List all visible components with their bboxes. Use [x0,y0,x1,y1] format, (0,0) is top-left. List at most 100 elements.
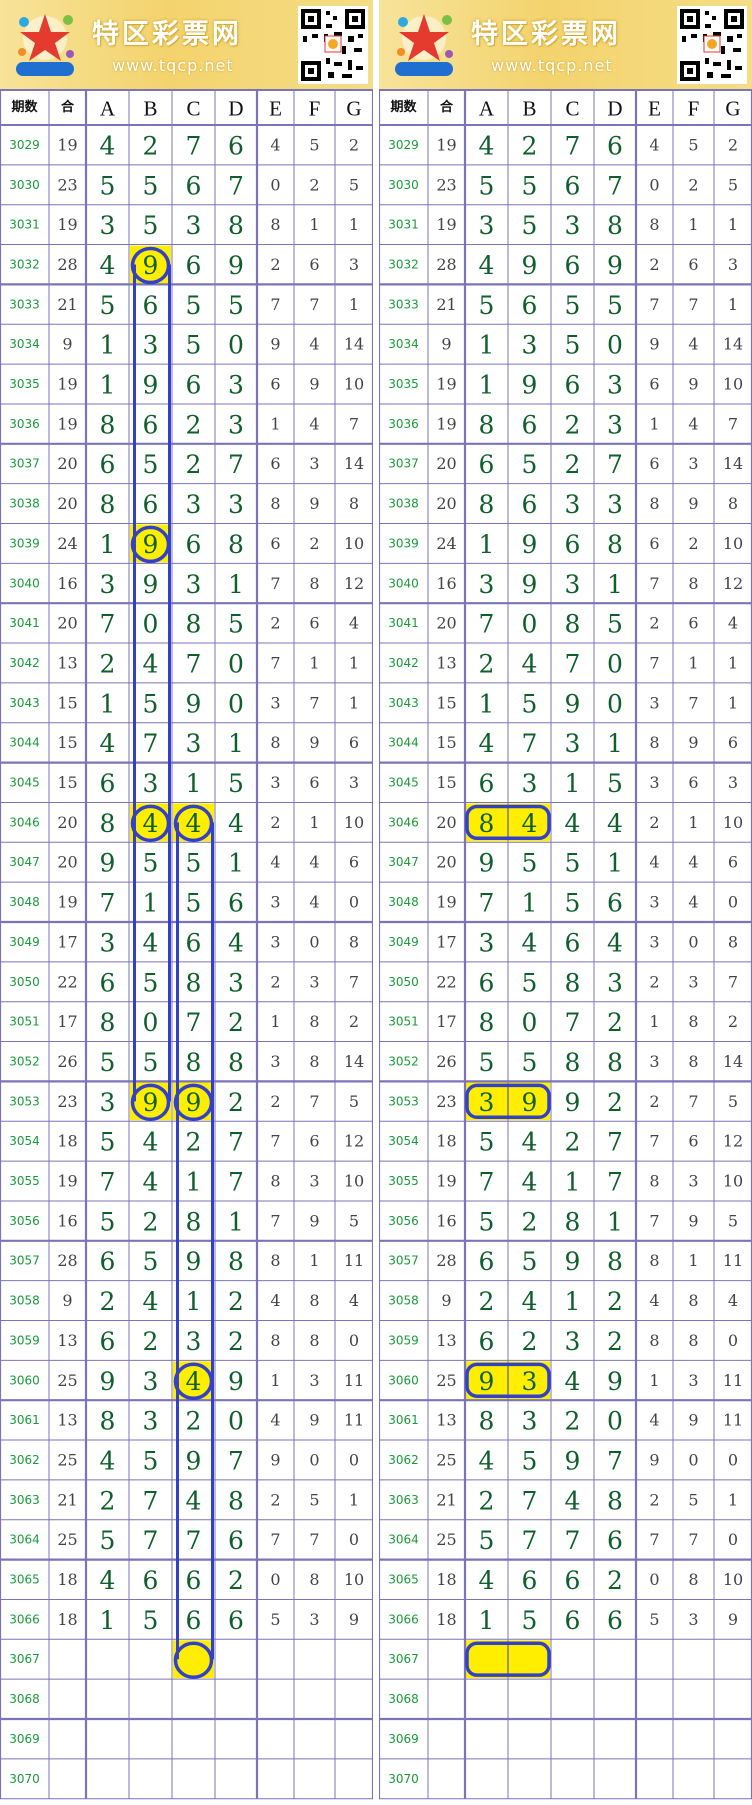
sum-value: 26 [436,1052,456,1071]
main-digit: 4 [100,251,116,280]
sum-value: 20 [57,813,77,832]
minor-digit: 6 [649,375,659,394]
main-digit: 2 [228,1008,244,1037]
main-digit: 7 [479,1168,495,1197]
sum-value: 23 [57,1092,77,1111]
main-digit: 1 [607,849,623,878]
minor-digit: 7 [649,653,659,672]
main-digit: 8 [100,490,116,519]
issue-number: 3030 [9,178,40,192]
main-digit: 7 [100,610,116,639]
minor-digit: 4 [728,1291,738,1310]
issue-number: 3056 [388,1214,419,1228]
main-digit: 8 [565,1048,581,1077]
issue-number: 3068 [9,1692,40,1706]
main-digit: 3 [228,371,244,400]
minor-digit: 14 [723,335,743,354]
minor-digit: 0 [270,175,280,194]
main-digit: 5 [100,1207,116,1236]
minor-digit: 1 [270,414,280,433]
minor-digit: 4 [649,1411,659,1430]
minor-digit: 4 [309,853,319,872]
minor-digit: 9 [688,1411,698,1430]
main-digit: 6 [565,1606,581,1635]
sum-value: 17 [436,1012,456,1031]
minor-digit: 0 [349,893,359,912]
main-digit: 1 [100,331,116,360]
sum-value: 18 [57,1610,77,1629]
minor-digit: 1 [728,1490,738,1509]
main-digit: 1 [100,371,116,400]
minor-digit: 5 [309,1490,319,1509]
minor-digit: 8 [349,494,359,513]
issue-number: 3057 [9,1254,40,1268]
issue-number: 3035 [388,377,419,391]
main-digit: 2 [186,450,202,479]
main-digit: 9 [522,251,538,280]
minor-digit: 4 [649,135,659,154]
main-digit: 3 [565,570,581,599]
issue-number: 3070 [9,1772,40,1786]
sum-value: 18 [436,1610,456,1629]
issue-number: 3055 [9,1174,40,1188]
main-digit: 1 [100,530,116,559]
column-header: E [648,97,661,121]
minor-digit: 8 [270,733,280,752]
issue-number: 3059 [388,1333,419,1347]
sum-value: 17 [436,932,456,951]
sum-value: 13 [436,1331,456,1350]
minor-digit: 2 [728,1012,738,1031]
main-digit: 8 [186,1207,202,1236]
main-digit: 3 [186,570,202,599]
main-digit: 3 [186,729,202,758]
main-digit: 9 [479,1367,495,1396]
main-digit: 1 [228,570,244,599]
minor-digit: 0 [728,1530,738,1549]
minor-digit: 6 [270,534,280,553]
main-digit: 1 [228,849,244,878]
issue-number: 3033 [388,297,419,311]
issue-number: 3055 [388,1174,419,1188]
issue-number: 3066 [388,1612,419,1626]
issue-number: 3065 [388,1573,419,1587]
sum-value: 24 [436,534,456,553]
main-digit: 7 [607,1446,623,1475]
minor-digit: 3 [309,1371,319,1390]
minor-digit: 1 [309,813,319,832]
minor-digit: 1 [728,693,738,712]
sum-value: 19 [57,1172,77,1191]
sum-value: 28 [57,1251,77,1270]
column-header: B [522,97,536,121]
main-digit: 0 [607,649,623,678]
minor-digit: 11 [723,1251,743,1270]
main-digit: 6 [565,530,581,559]
main-digit: 2 [228,1088,244,1117]
main-digit: 0 [228,331,244,360]
minor-digit: 3 [688,1172,698,1191]
main-digit: 9 [143,251,159,280]
sum-value: 25 [57,1530,77,1549]
main-digit: 3 [565,1327,581,1356]
main-digit: 6 [607,1526,623,1555]
minor-digit: 8 [688,1291,698,1310]
minor-digit: 7 [270,295,280,314]
minor-digit: 0 [688,1450,698,1469]
main-digit: 6 [479,769,495,798]
issue-number: 3062 [388,1453,419,1467]
main-digit: 7 [228,171,244,200]
sum-value: 24 [57,534,77,553]
issue-number: 3039 [388,536,419,550]
sum-value: 13 [436,653,456,672]
main-digit: 4 [565,809,581,838]
main-digit: 8 [228,530,244,559]
main-digit: 3 [479,570,495,599]
minor-digit: 2 [270,1092,280,1111]
minor-digit: 1 [349,215,359,234]
main-digit: 2 [100,1287,116,1316]
minor-digit: 8 [649,1331,659,1350]
minor-digit: 7 [270,1132,280,1151]
minor-digit: 10 [344,534,364,553]
minor-digit: 3 [309,454,319,473]
main-digit: 6 [186,530,202,559]
main-digit: 7 [228,450,244,479]
